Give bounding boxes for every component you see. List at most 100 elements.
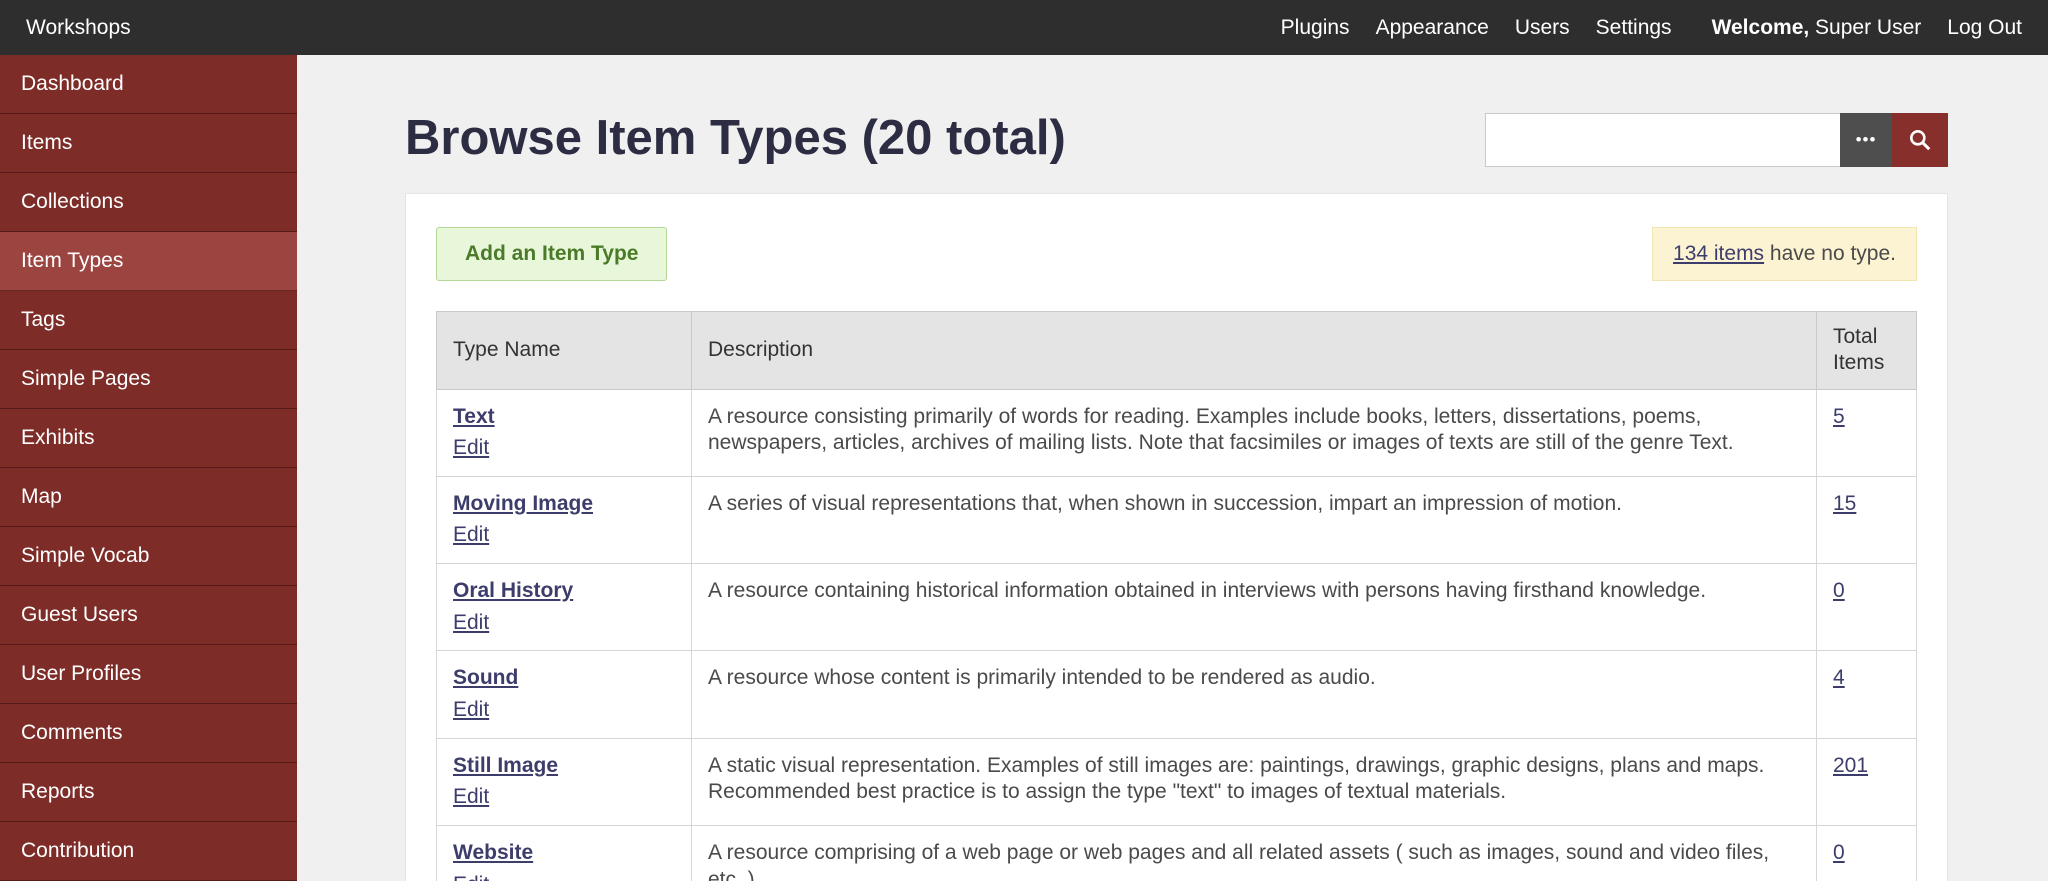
search-icon bbox=[1907, 127, 1933, 153]
logout-link[interactable]: Log Out bbox=[1947, 16, 2022, 40]
type-description: A resource containing historical informa… bbox=[691, 563, 1817, 652]
sidebar-item-label: Tags bbox=[21, 308, 66, 331]
ellipsis-icon: ••• bbox=[1855, 130, 1877, 149]
total-items-link[interactable]: 4 bbox=[1833, 666, 1845, 689]
type-name-cell: Still Image Edit bbox=[436, 737, 692, 827]
main-content: Browse Item Types (20 total) ••• Add an … bbox=[297, 55, 2048, 881]
edit-link[interactable]: Edit bbox=[453, 784, 675, 811]
item-type-link-oral-history[interactable]: Oral History bbox=[453, 578, 675, 605]
table-row: Text Edit A resource consisting primaril… bbox=[436, 388, 1917, 477]
page-header: Browse Item Types (20 total) ••• bbox=[297, 55, 2048, 167]
total-items-link[interactable]: 201 bbox=[1833, 754, 1868, 777]
item-type-link-still-image[interactable]: Still Image bbox=[453, 753, 675, 780]
type-name-cell: Website Edit bbox=[436, 825, 692, 881]
sidebar-item-contribution[interactable]: Contribution bbox=[0, 822, 297, 881]
edit-link[interactable]: Edit bbox=[453, 435, 675, 462]
sidebar-item-label: Exhibits bbox=[21, 426, 95, 449]
sidebar-item-label: User Profiles bbox=[21, 662, 142, 685]
sidebar-item-reports[interactable]: Reports bbox=[0, 763, 297, 822]
sidebar-item-simple-pages[interactable]: Simple Pages bbox=[0, 350, 297, 409]
total-items-link[interactable]: 0 bbox=[1833, 841, 1845, 864]
total-items-cell: 0 bbox=[1816, 825, 1917, 881]
no-type-notice: 134 items have no type. bbox=[1652, 227, 1917, 281]
edit-link[interactable]: Edit bbox=[453, 522, 675, 549]
table-row: Website Edit A resource comprising of a … bbox=[436, 825, 1917, 881]
item-type-link-website[interactable]: Website bbox=[453, 840, 675, 867]
table-row: Oral History Edit A resource containing … bbox=[436, 563, 1917, 652]
welcome-bold: Welcome, bbox=[1711, 15, 1810, 39]
edit-link[interactable]: Edit bbox=[453, 697, 675, 724]
top-nav: Plugins Appearance Users Settings Welcom… bbox=[1281, 16, 2022, 40]
sidebar-item-item-types[interactable]: Item Types bbox=[0, 232, 297, 291]
type-description: A resource whose content is primarily in… bbox=[691, 650, 1817, 739]
total-items-cell: 5 bbox=[1816, 388, 1917, 477]
sidebar-item-guest-users[interactable]: Guest Users bbox=[0, 586, 297, 645]
search-submit-button[interactable] bbox=[1892, 113, 1948, 167]
sidebar-item-simple-vocab[interactable]: Simple Vocab bbox=[0, 527, 297, 586]
content-panel: Add an Item Type 134 items have no type.… bbox=[405, 193, 1948, 881]
top-nav-users[interactable]: Users bbox=[1515, 16, 1570, 40]
top-admin-bar: Workshops Plugins Appearance Users Setti… bbox=[0, 0, 2048, 55]
column-header-description: Description bbox=[691, 311, 1817, 390]
top-nav-plugins[interactable]: Plugins bbox=[1281, 16, 1350, 40]
sidebar-item-tags[interactable]: Tags bbox=[0, 291, 297, 350]
type-name-cell: Sound Edit bbox=[436, 650, 692, 739]
sidebar-nav: Dashboard Items Collections Item Types T… bbox=[0, 55, 297, 881]
sidebar-item-label: Item Types bbox=[21, 249, 124, 272]
sidebar-item-dashboard[interactable]: Dashboard bbox=[0, 55, 297, 114]
sidebar-item-label: Reports bbox=[21, 780, 95, 803]
total-items-link[interactable]: 5 bbox=[1833, 405, 1845, 428]
total-items-cell: 15 bbox=[1816, 475, 1917, 565]
sidebar-item-comments[interactable]: Comments bbox=[0, 704, 297, 763]
item-type-link-sound[interactable]: Sound bbox=[453, 665, 675, 692]
type-name-cell: Text Edit bbox=[436, 388, 692, 477]
panel-toolbar: Add an Item Type 134 items have no type. bbox=[436, 227, 1917, 281]
sidebar-item-label: Collections bbox=[21, 190, 124, 213]
total-items-cell: 4 bbox=[1816, 650, 1917, 739]
total-items-link[interactable]: 15 bbox=[1833, 492, 1856, 515]
sidebar-item-map[interactable]: Map bbox=[0, 468, 297, 527]
sidebar-item-label: Guest Users bbox=[21, 603, 138, 626]
notice-text: have no type. bbox=[1764, 242, 1896, 265]
total-items-link[interactable]: 0 bbox=[1833, 579, 1845, 602]
item-type-link-moving-image[interactable]: Moving Image bbox=[453, 491, 675, 518]
search-input[interactable] bbox=[1485, 113, 1840, 167]
sidebar-item-label: Dashboard bbox=[21, 72, 124, 95]
edit-link[interactable]: Edit bbox=[453, 610, 675, 637]
site-title-link[interactable]: Workshops bbox=[26, 16, 131, 40]
column-header-type-name: Type Name bbox=[436, 311, 692, 390]
item-type-link-text[interactable]: Text bbox=[453, 404, 675, 431]
items-no-type-link[interactable]: 134 items bbox=[1673, 242, 1764, 265]
top-nav-settings[interactable]: Settings bbox=[1596, 16, 1672, 40]
search-options-button[interactable]: ••• bbox=[1840, 113, 1892, 167]
column-header-total-items: Total Items bbox=[1816, 311, 1917, 390]
sidebar-item-items[interactable]: Items bbox=[0, 114, 297, 173]
type-description: A resource consisting primarily of words… bbox=[691, 388, 1817, 477]
sidebar-item-label: Simple Pages bbox=[21, 367, 151, 390]
type-description: A resource comprising of a web page or w… bbox=[691, 825, 1817, 881]
sidebar-item-label: Map bbox=[21, 485, 62, 508]
table-row: Still Image Edit A static visual represe… bbox=[436, 737, 1917, 827]
table-row: Sound Edit A resource whose content is p… bbox=[436, 650, 1917, 739]
sidebar-item-label: Simple Vocab bbox=[21, 544, 150, 567]
type-description: A static visual representation. Examples… bbox=[691, 737, 1817, 827]
sidebar-item-label: Contribution bbox=[21, 839, 135, 862]
search-box: ••• bbox=[1485, 113, 1948, 167]
sidebar-item-user-profiles[interactable]: User Profiles bbox=[0, 645, 297, 704]
total-items-cell: 0 bbox=[1816, 563, 1917, 652]
welcome-user: Super User bbox=[1809, 15, 1922, 39]
total-items-cell: 201 bbox=[1816, 737, 1917, 827]
type-name-cell: Moving Image Edit bbox=[436, 475, 692, 565]
item-types-table: Type Name Description Total Items Text E… bbox=[436, 311, 1917, 881]
top-nav-appearance[interactable]: Appearance bbox=[1376, 16, 1489, 40]
page-title: Browse Item Types (20 total) bbox=[405, 111, 1066, 165]
sidebar-item-collections[interactable]: Collections bbox=[0, 173, 297, 232]
table-header-row: Type Name Description Total Items bbox=[436, 311, 1917, 390]
sidebar-item-label: Items bbox=[21, 131, 73, 154]
sidebar-item-label: Comments bbox=[21, 721, 123, 744]
sidebar-item-exhibits[interactable]: Exhibits bbox=[0, 409, 297, 468]
edit-link[interactable]: Edit bbox=[453, 872, 675, 881]
type-description: A series of visual representations that,… bbox=[691, 475, 1817, 565]
table-row: Moving Image Edit A series of visual rep… bbox=[436, 475, 1917, 565]
add-item-type-button[interactable]: Add an Item Type bbox=[436, 227, 668, 281]
